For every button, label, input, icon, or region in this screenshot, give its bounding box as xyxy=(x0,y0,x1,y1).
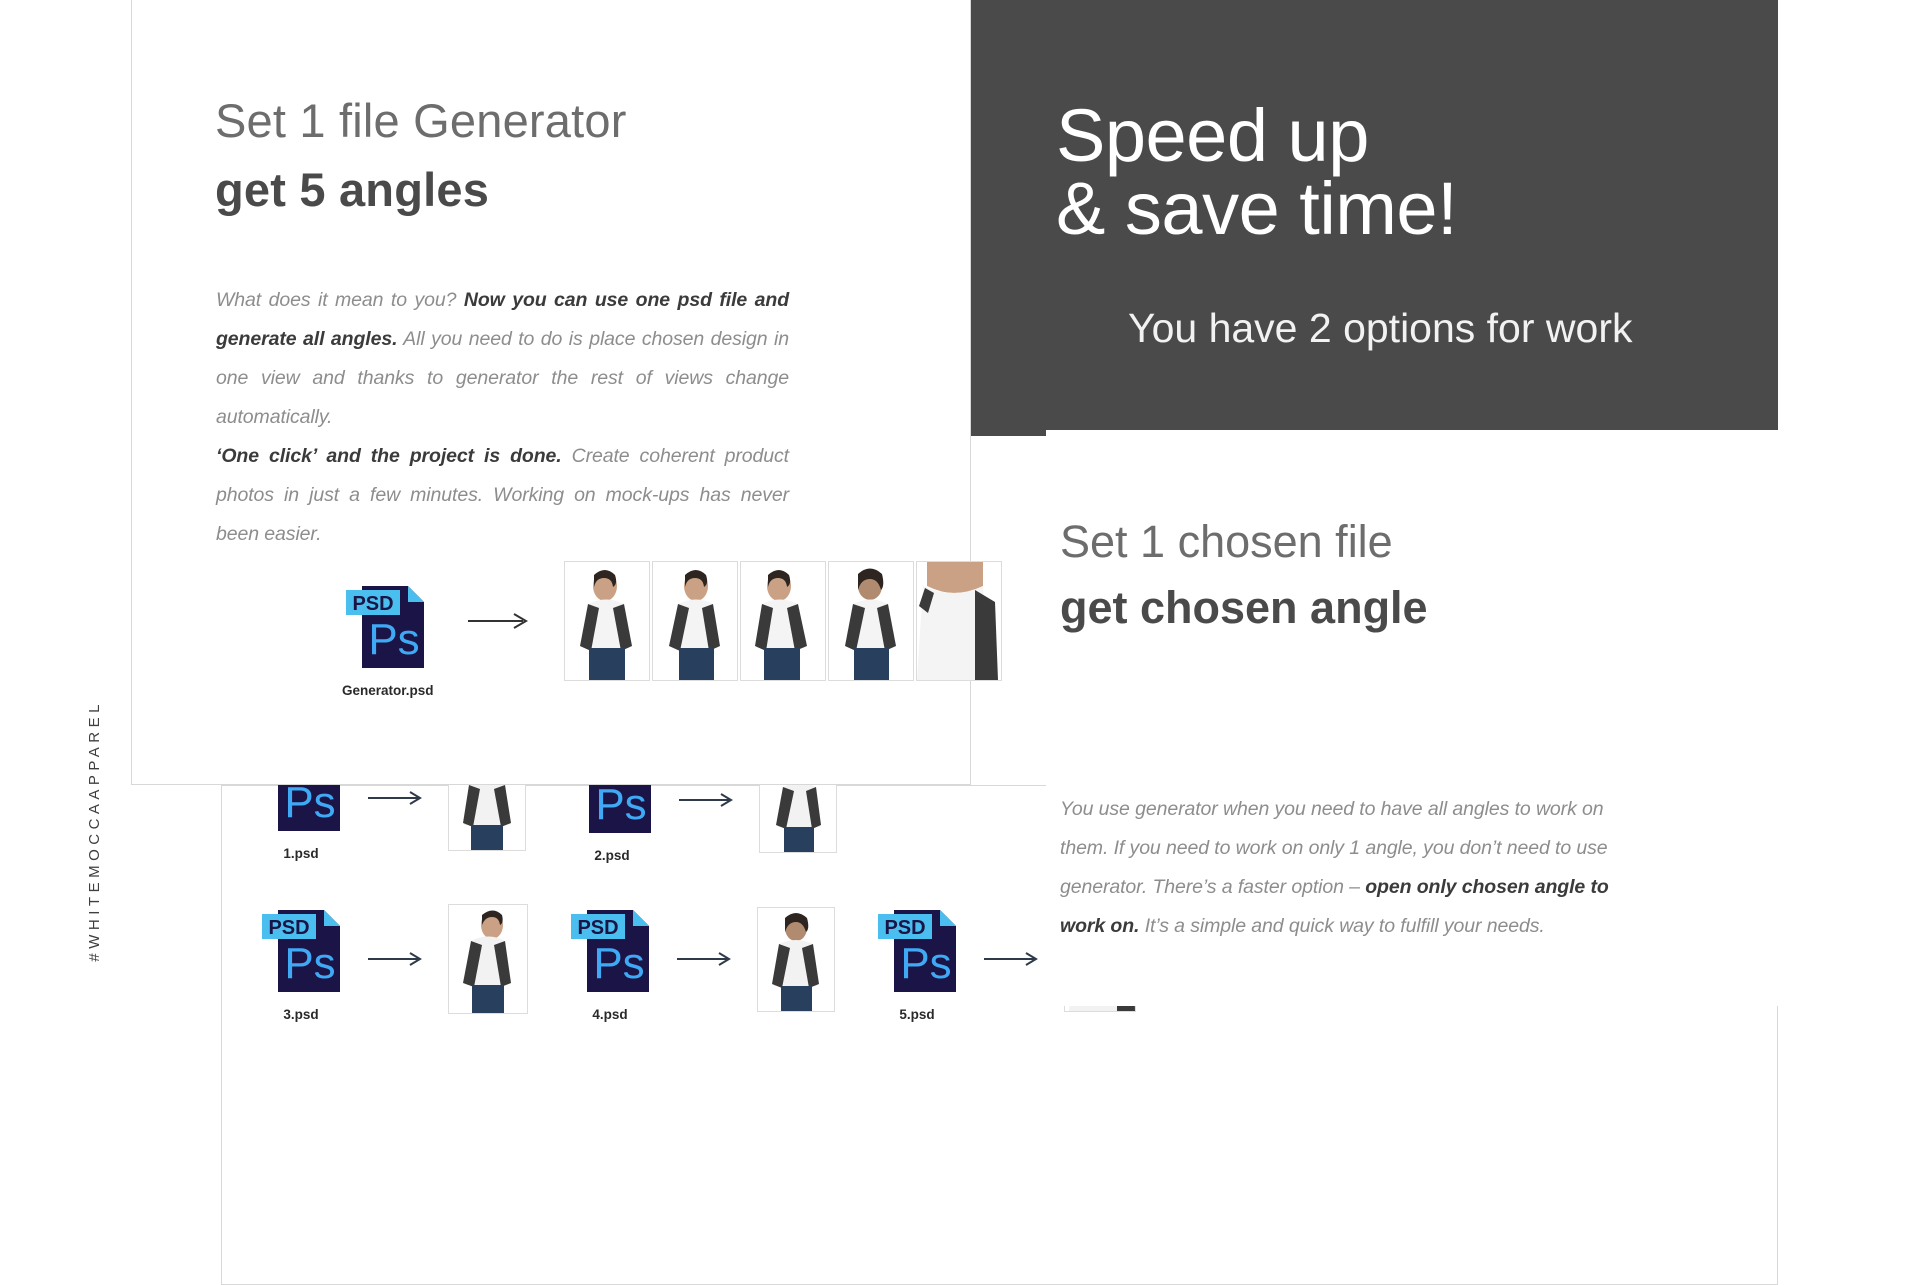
psd-icon-glyph: PSD Ps xyxy=(874,896,960,1001)
svg-text:PSD: PSD xyxy=(268,917,309,939)
svg-text:Ps: Ps xyxy=(284,778,335,827)
para-seg-1: What does it mean to you? xyxy=(216,289,464,311)
psd-file-label: 1.psd xyxy=(283,846,319,861)
arrow-right-icon xyxy=(368,790,424,806)
psd-file-icon-3[interactable]: PSD Ps 3.psd xyxy=(258,896,344,1022)
psd-icon-glyph: PSD Ps xyxy=(567,896,653,1001)
speed-up-subtitle: You have 2 options for work xyxy=(1128,305,1633,351)
arrow-right-icon xyxy=(368,951,424,967)
speed-up-title: Speed up & save time! xyxy=(1056,94,1458,250)
output-thumbnail-2 xyxy=(651,561,738,681)
psd-icon-glyph: PSD Ps xyxy=(342,572,434,677)
output-thumbnail-3 xyxy=(739,561,826,681)
brand-vertical-text: #WHITEMOCCAAPPAREL xyxy=(86,700,103,962)
generator-heading-light: Set 1 file Generator xyxy=(215,94,627,147)
psd-file-svg: PSD Ps xyxy=(571,910,649,992)
generator-card: Set 1 file Generator get 5 angles What d… xyxy=(131,0,1002,785)
output-thumbnail-1 xyxy=(563,561,650,681)
chosen-heading-bold: get chosen angle xyxy=(1060,582,1428,633)
psd-file-icon-generator[interactable]: PSD Ps Generator.psd xyxy=(342,572,434,698)
svg-text:Ps: Ps xyxy=(368,615,419,664)
arrow-right-icon xyxy=(984,951,1040,967)
result-thumbnail-3 xyxy=(448,904,528,1014)
psd-file-icon-4[interactable]: PSD Ps 4.psd xyxy=(567,896,653,1022)
arrow-right-icon xyxy=(467,612,530,630)
file-flow-3: PSD Ps 3.psd xyxy=(258,896,528,1022)
svg-text:PSD: PSD xyxy=(577,917,618,939)
arrow-right-icon xyxy=(679,792,735,808)
generator-paragraph: What does it mean to you? Now you can us… xyxy=(216,281,789,554)
chosen-file-card: Set 1 chosen file get chosen angle You u… xyxy=(1046,430,1778,1006)
generator-flow: PSD Ps Generator.psd xyxy=(342,561,1002,709)
psd-file-label: 3.psd xyxy=(283,1007,319,1022)
poster-canvas: Speed up & save time! You have 2 options… xyxy=(0,0,1920,1285)
generator-file-label: Generator.psd xyxy=(342,683,434,698)
speed-up-panel: Speed up & save time! You have 2 options… xyxy=(968,0,1778,436)
generator-heading-bold: get 5 angles xyxy=(215,163,490,216)
output-thumbnail-5 xyxy=(915,561,1002,681)
psd-file-label: 4.psd xyxy=(592,1007,628,1022)
file-flow-4: PSD Ps 4.psd xyxy=(567,896,835,1022)
para-seg-4: ‘One click’ and the project is done. xyxy=(216,445,562,467)
chosen-para-seg-3: It’s a simple and quick way to fulfill y… xyxy=(1139,915,1545,937)
generator-output-thumbnails xyxy=(563,561,1002,681)
svg-text:PSD: PSD xyxy=(352,593,393,615)
psd-icon-glyph: PSD Ps xyxy=(258,896,344,1001)
svg-text:Ps: Ps xyxy=(900,939,951,988)
svg-text:Ps: Ps xyxy=(593,939,644,988)
svg-text:Ps: Ps xyxy=(284,939,335,988)
svg-text:Ps: Ps xyxy=(595,780,646,829)
chosen-paragraph: You use generator when you need to have … xyxy=(1060,790,1648,946)
psd-file-icon-5[interactable]: PSD Ps 5.psd xyxy=(874,896,960,1022)
svg-text:PSD: PSD xyxy=(884,917,925,939)
output-thumbnail-4 xyxy=(827,561,914,681)
chosen-heading-light: Set 1 chosen file xyxy=(1060,516,1393,567)
psd-file-svg: PSD Ps xyxy=(346,586,424,668)
psd-file-svg: PSD Ps xyxy=(878,910,956,992)
psd-file-svg: PSD Ps xyxy=(262,910,340,992)
arrow-right-icon xyxy=(677,951,733,967)
psd-file-label: 5.psd xyxy=(899,1007,935,1022)
result-thumbnail-4 xyxy=(757,906,835,1012)
psd-file-label: 2.psd xyxy=(594,848,630,863)
